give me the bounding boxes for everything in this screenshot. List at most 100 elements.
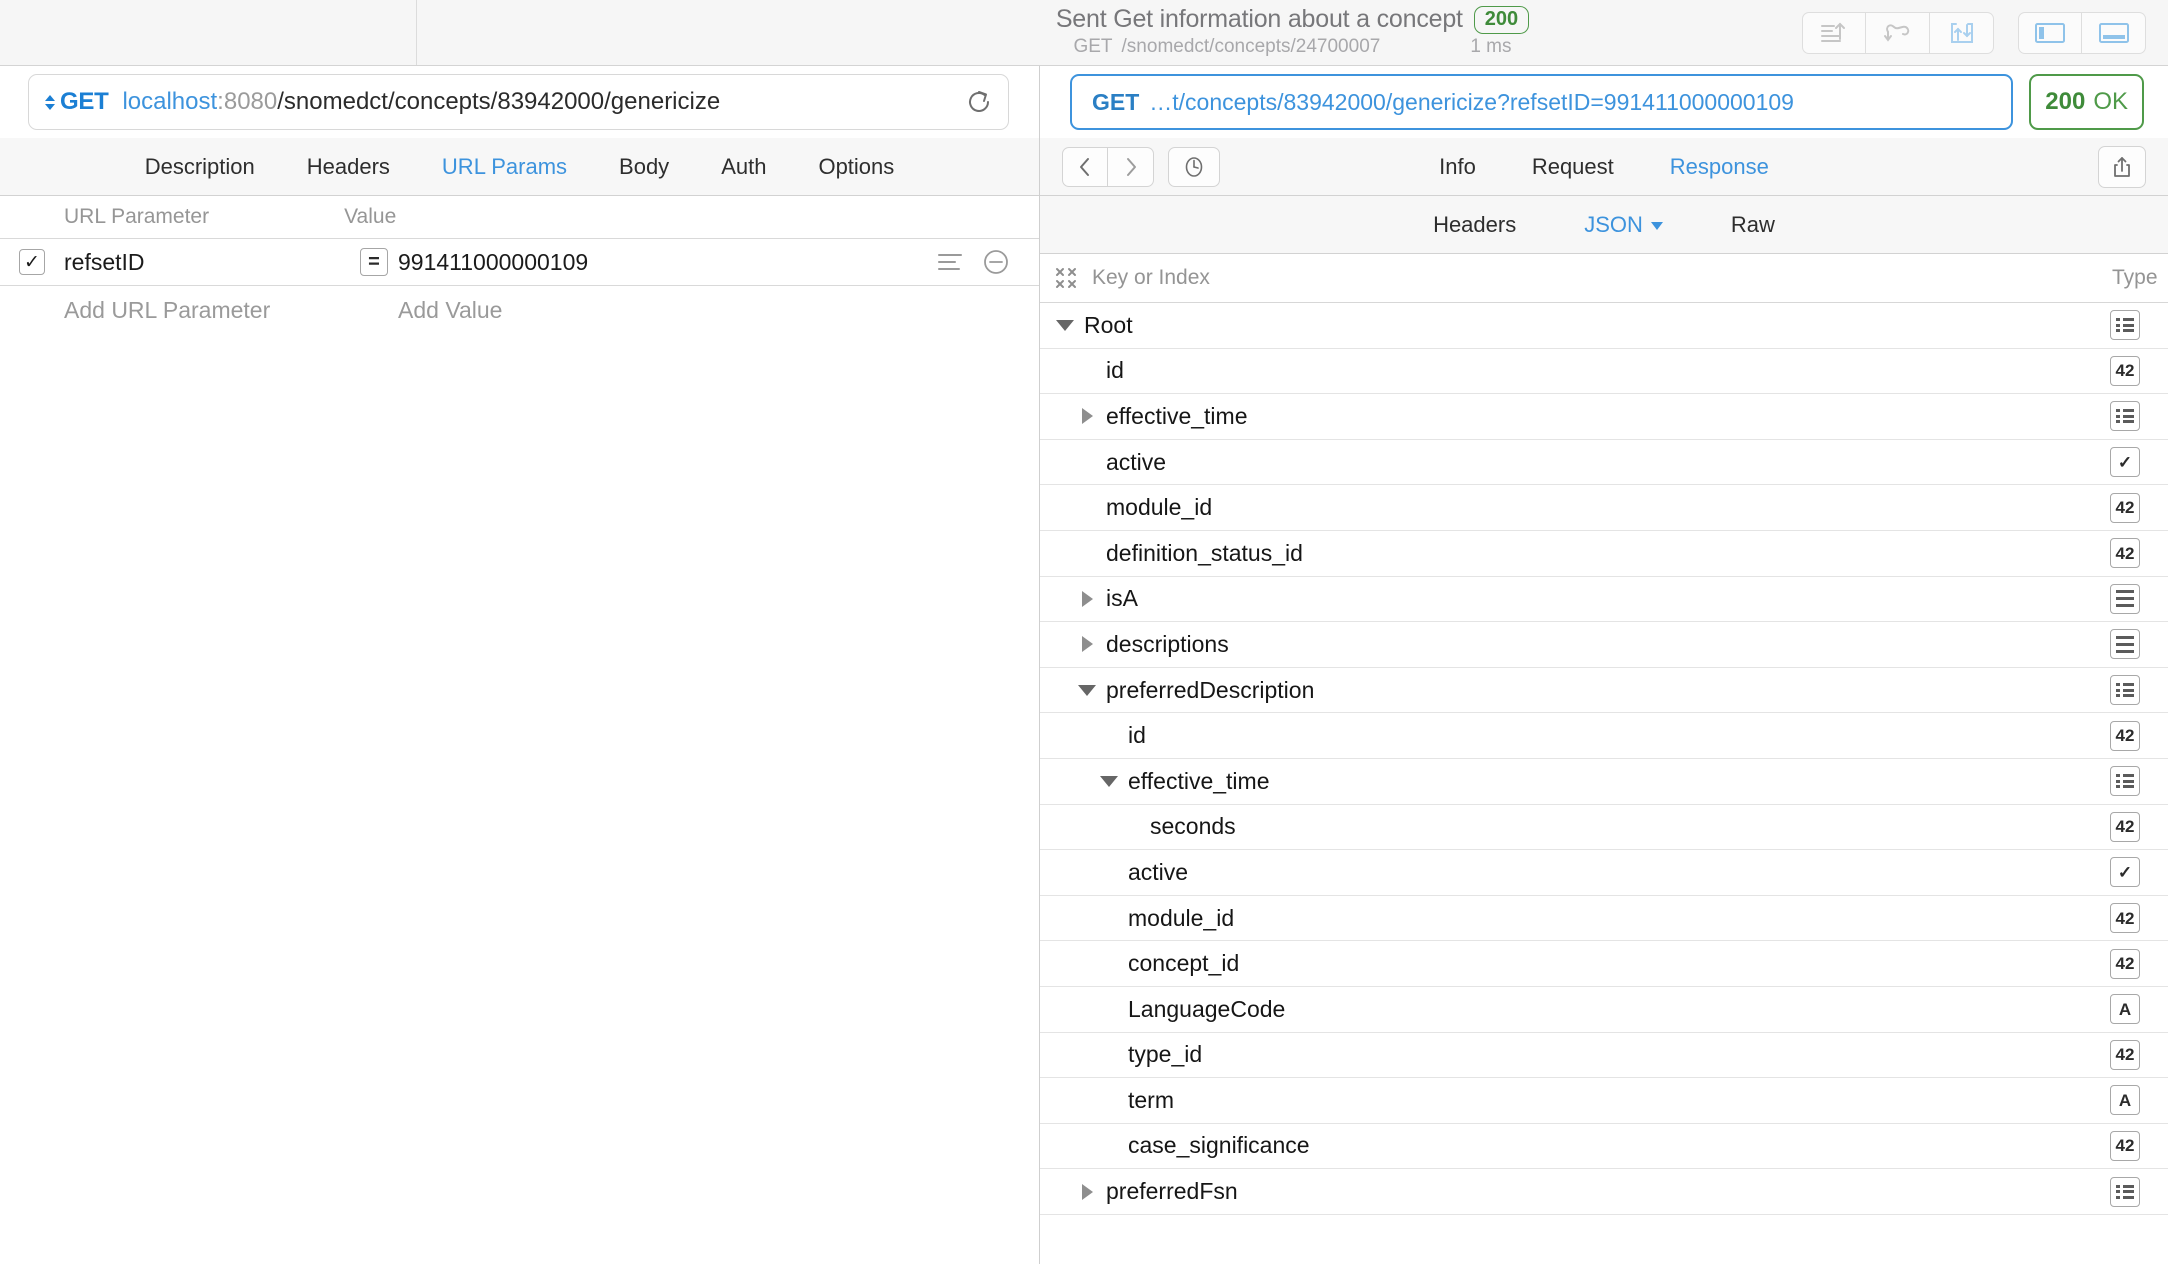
- json-key: preferredDescription: [1106, 677, 1314, 704]
- column-header-type: Type: [2112, 266, 2158, 290]
- tab-url-params[interactable]: URL Params: [416, 154, 593, 180]
- tab-options[interactable]: Options: [792, 154, 920, 180]
- json-tree-row[interactable]: case_significance42900000000000448009: [1040, 1124, 2168, 1170]
- tab-request[interactable]: Request: [1504, 154, 1642, 180]
- json-key: id: [1128, 722, 1146, 749]
- json-tree-row[interactable]: id4245170000: [1040, 349, 2168, 395]
- json-tree-row[interactable]: termAEncephalitis: [1040, 1078, 2168, 1124]
- reload-button[interactable]: [946, 87, 994, 117]
- tab-response[interactable]: Response: [1642, 154, 1797, 180]
- response-url-field[interactable]: GET …t/concepts/83942000/genericize?refs…: [1070, 74, 2013, 130]
- list-lines-icon[interactable]: [935, 250, 965, 274]
- json-type-badge: A: [2110, 994, 2140, 1024]
- add-param-row[interactable]: Add URL Parameter Add Value: [0, 286, 1039, 334]
- add-param-value-input[interactable]: Add Value: [398, 297, 502, 324]
- json-tree-row[interactable]: isA21 items: [1040, 577, 2168, 623]
- disclosure-triangle-closed[interactable]: [1076, 636, 1098, 652]
- share-button[interactable]: [2098, 146, 2146, 188]
- type-badge-dictionary: [2110, 310, 2140, 340]
- tab-auth[interactable]: Auth: [695, 154, 792, 180]
- history-clock-icon: [1182, 155, 1206, 179]
- json-tree-row[interactable]: seconds421501459200: [1040, 805, 2168, 851]
- disclosure-triangle-open[interactable]: [1098, 776, 1120, 787]
- json-key: concept_id: [1128, 950, 1239, 977]
- json-tree-row[interactable]: definition_status_id42900000000000073002: [1040, 531, 2168, 577]
- param-value-input[interactable]: 991411000000109: [398, 249, 588, 276]
- json-tree-row[interactable]: active✓true: [1040, 850, 2168, 896]
- response-subtabs: Headers JSON Raw: [1040, 196, 2168, 254]
- tab-description[interactable]: Description: [119, 154, 281, 180]
- type-badge-number: 42: [2110, 538, 2140, 568]
- json-key: type_id: [1128, 1041, 1202, 1068]
- tab-headers[interactable]: Headers: [281, 154, 416, 180]
- type-badge-dictionary: [2110, 401, 2140, 431]
- tab-body[interactable]: Body: [593, 154, 695, 180]
- request-url-text[interactable]: localhost:8080/snomedct/concepts/8394200…: [122, 88, 720, 116]
- import-export-button[interactable]: [1930, 12, 1994, 54]
- json-type-badge: 42: [2110, 356, 2140, 386]
- loop-arrows-button[interactable]: [1866, 12, 1930, 54]
- param-operator-button[interactable]: =: [360, 248, 388, 276]
- subtab-raw[interactable]: Raw: [1697, 212, 1809, 238]
- disclosure-triangle-closed[interactable]: [1076, 591, 1098, 607]
- add-param-key-input[interactable]: Add URL Parameter: [64, 297, 360, 324]
- json-key: descriptions: [1106, 631, 1229, 658]
- json-tree-row[interactable]: LanguageCodeAen: [1040, 987, 2168, 1033]
- bottom-panel-toggle-button[interactable]: [2082, 12, 2146, 54]
- json-key: Root: [1084, 312, 1133, 339]
- type-badge-string: A: [2110, 1085, 2140, 1115]
- subtab-json[interactable]: JSON: [1550, 212, 1697, 238]
- collapse-all-button[interactable]: [1040, 265, 1092, 291]
- json-tree-row[interactable]: effective_time1 item: [1040, 394, 2168, 440]
- top-bar-action-group: [1802, 12, 1994, 54]
- json-key: active: [1106, 449, 1166, 476]
- json-tree-row[interactable]: descriptions1 item: [1040, 622, 2168, 668]
- json-tree-row[interactable]: type_id42900000000000013009: [1040, 1033, 2168, 1079]
- table-row[interactable]: ✓ refsetID = 991411000000109: [0, 238, 1039, 286]
- url-params-table-header: URL Parameter Value: [0, 196, 1039, 238]
- disclosure-triangle-open[interactable]: [1076, 685, 1098, 696]
- json-tree-row[interactable]: id4275325010: [1040, 713, 2168, 759]
- json-tree-row[interactable]: module_id42900000000000207008: [1040, 485, 2168, 531]
- request-url-row: GET localhost:8080/snomedct/concepts/839…: [0, 66, 1039, 138]
- param-enabled-checkbox[interactable]: ✓: [19, 249, 45, 275]
- method-stepper-icon[interactable]: [45, 95, 55, 110]
- json-tree-row[interactable]: preferredDescription9 items: [1040, 668, 2168, 714]
- json-tree: Key or Index Type Value Root9 itemsid424…: [1040, 254, 2168, 1264]
- json-tree-row[interactable]: active✓true: [1040, 440, 2168, 486]
- import-export-icon: [1947, 19, 1977, 47]
- json-tree-row[interactable]: module_id42900000000000207008: [1040, 896, 2168, 942]
- request-method-label[interactable]: GET: [60, 88, 108, 116]
- json-key: effective_time: [1128, 768, 1269, 795]
- disclosure-triangle-closed[interactable]: [1076, 1184, 1098, 1200]
- disclosure-triangle-closed[interactable]: [1076, 408, 1098, 424]
- chevron-down-icon: [1651, 222, 1663, 230]
- type-badge-number: 42: [2110, 812, 2140, 842]
- json-key: id: [1106, 357, 1124, 384]
- param-key-input[interactable]: refsetID: [64, 249, 360, 276]
- panel-toggle-group: [2018, 12, 2146, 54]
- minus-circle-icon[interactable]: [981, 247, 1011, 277]
- history-button[interactable]: [1168, 147, 1220, 187]
- type-badge-string: A: [2110, 994, 2140, 1024]
- subtab-headers[interactable]: Headers: [1399, 212, 1550, 238]
- json-tree-row[interactable]: effective_time1 item: [1040, 759, 2168, 805]
- request-url-path: /snomedct/concepts/83942000/genericize: [277, 88, 720, 115]
- json-tree-row[interactable]: concept_id4245170000: [1040, 941, 2168, 987]
- app-window: Sent Get information about a concept 200…: [0, 0, 2168, 1264]
- json-tree-row[interactable]: preferredFsn9 items: [1040, 1169, 2168, 1215]
- left-panel-toggle-button[interactable]: [2018, 12, 2082, 54]
- nav-forward-button[interactable]: [1108, 147, 1154, 187]
- json-key: module_id: [1128, 905, 1234, 932]
- json-tree-row[interactable]: Root9 items: [1040, 303, 2168, 349]
- request-url-field[interactable]: GET localhost:8080/snomedct/concepts/839…: [28, 74, 1009, 130]
- sort-ascending-button[interactable]: [1802, 12, 1866, 54]
- json-type-badge: [2110, 584, 2140, 614]
- json-tree-rows[interactable]: Root9 itemsid4245170000effective_time1 i…: [1040, 302, 2168, 1264]
- nav-back-button[interactable]: [1062, 147, 1108, 187]
- response-status: 200 OK: [2029, 74, 2144, 130]
- json-type-badge: A: [2110, 1085, 2140, 1115]
- type-badge-number: 42: [2110, 1131, 2140, 1161]
- tab-info[interactable]: Info: [1411, 154, 1504, 180]
- disclosure-triangle-open[interactable]: [1054, 320, 1076, 331]
